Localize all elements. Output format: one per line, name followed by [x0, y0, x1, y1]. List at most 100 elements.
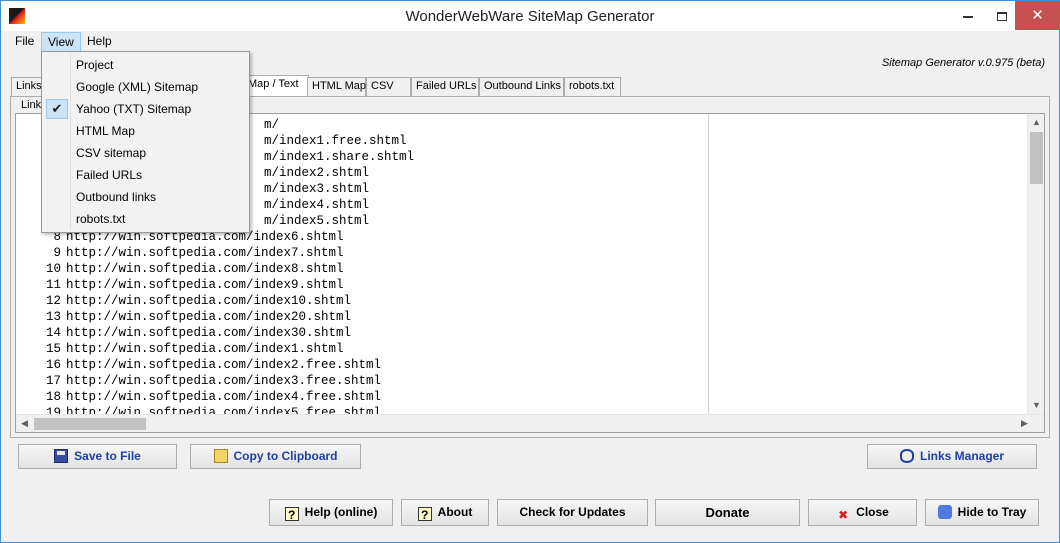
- sitemap-line: 14 http://win.softpedia.com/index30.shtml: [16, 325, 351, 341]
- minimize-button[interactable]: [951, 1, 985, 30]
- sitemap-line: 9 http://win.softpedia.com/index7.shtml: [16, 245, 344, 261]
- view-menu-item-label: Failed URLs: [76, 168, 143, 182]
- close-icon: ✖: [838, 508, 849, 522]
- view-menu-item[interactable]: Failed URLs: [44, 164, 247, 186]
- check-for-updates-button[interactable]: Check for Updates: [497, 499, 648, 526]
- line-number: 15: [45, 342, 61, 356]
- menu-bar: File View Help: [1, 31, 1059, 52]
- window-title: WonderWebWare SiteMap Generator: [405, 8, 655, 25]
- puzzle-icon: [937, 505, 952, 519]
- sitemap-line: 13 http://win.softpedia.com/index20.shtml: [16, 309, 351, 325]
- check-for-updates-label: Check for Updates: [519, 505, 626, 519]
- group-label: Link: [19, 99, 44, 111]
- vertical-scrollbar[interactable]: ▲ ▼: [1027, 114, 1044, 414]
- line-number: 10: [45, 262, 61, 276]
- floppy-disk-icon: [54, 449, 69, 463]
- title-bar: WonderWebWare SiteMap Generator ✕: [1, 1, 1060, 31]
- hide-to-tray-button[interactable]: Hide to Tray: [925, 499, 1039, 526]
- tab-csv[interactable]: CSV: [366, 77, 411, 96]
- copy-to-clipboard-label: Copy to Clipboard: [233, 449, 338, 463]
- donate-button[interactable]: Donate: [655, 499, 800, 526]
- scroll-down-icon[interactable]: ▼: [1028, 397, 1045, 414]
- sitemap-url: http://win.softpedia.com/index9.shtml: [66, 278, 344, 292]
- menu-view[interactable]: View: [41, 32, 81, 52]
- sitemap-url: http://win.softpedia.com/index20.shtml: [66, 310, 352, 324]
- view-menu-item[interactable]: ✔ Yahoo (TXT) Sitemap: [44, 98, 247, 120]
- column-divider: [708, 114, 709, 414]
- line-number: 12: [45, 294, 61, 308]
- scroll-left-icon[interactable]: ◀: [16, 415, 33, 432]
- save-to-file-label: Save to File: [74, 449, 141, 463]
- menu-help[interactable]: Help: [81, 32, 118, 52]
- eye-icon: [899, 449, 914, 463]
- clipboard-icon: [213, 449, 228, 463]
- view-menu-item-label: Project: [76, 58, 114, 72]
- help-online-label: Help (online): [304, 505, 378, 519]
- tab-outbound-links[interactable]: Outbound Links: [479, 77, 564, 96]
- sitemap-line: 17 http://win.softpedia.com/index3.free.s…: [16, 373, 381, 389]
- sitemap-url: http://win.softpedia.com/index1.shtml: [66, 342, 344, 356]
- sitemap-url: http://win.softpedia.com/index4.free.sht…: [66, 390, 382, 404]
- view-menu-item-label: Outbound links: [76, 190, 157, 204]
- tab-robots-txt[interactable]: robots.txt: [564, 77, 621, 96]
- view-menu-item[interactable]: Project: [44, 54, 247, 76]
- view-menu-item[interactable]: Google (XML) Sitemap: [44, 76, 247, 98]
- close-label: Close: [856, 505, 889, 519]
- view-menu-item-label: robots.txt: [76, 212, 126, 226]
- checkmark-icon: ✔: [46, 99, 68, 119]
- sitemap-line: 10 http://win.softpedia.com/index8.shtml: [16, 261, 344, 277]
- view-menu-item[interactable]: robots.txt: [44, 208, 247, 230]
- app-window: WonderWebWare SiteMap Generator ✕ File V…: [0, 0, 1060, 543]
- view-menu-item-label: Google (XML) Sitemap: [76, 80, 199, 94]
- version-label: Sitemap Generator v.0.975 (beta): [881, 57, 1045, 69]
- close-window-button[interactable]: ✕: [1015, 1, 1060, 30]
- save-to-file-button[interactable]: Save to File: [18, 444, 177, 469]
- line-number: 16: [45, 358, 61, 372]
- scroll-right-icon[interactable]: ▶: [1016, 415, 1033, 432]
- sitemap-url: http://win.softpedia.com/index7.shtml: [66, 246, 344, 260]
- line-number: 11: [45, 278, 61, 292]
- sitemap-url: http://win.softpedia.com/index2.free.sht…: [66, 358, 382, 372]
- help-icon: ?: [284, 507, 299, 522]
- sitemap-line: 18 http://win.softpedia.com/index4.free.s…: [16, 389, 381, 405]
- close-button[interactable]: ✖ Close: [808, 499, 917, 526]
- horizontal-scrollbar[interactable]: ◀ ▶: [16, 414, 1044, 432]
- hide-to-tray-label: Hide to Tray: [957, 505, 1027, 519]
- about-icon: ?: [417, 507, 432, 522]
- line-number: 13: [45, 310, 61, 324]
- view-menu-item-label: Yahoo (TXT) Sitemap: [76, 102, 192, 116]
- line-number: 19: [45, 406, 61, 414]
- line-number: 9: [53, 246, 61, 260]
- line-number: 18: [45, 390, 61, 404]
- links-manager-button[interactable]: Links Manager: [867, 444, 1037, 469]
- view-menu-item[interactable]: HTML Map: [44, 120, 247, 142]
- sitemap-url: http://win.softpedia.com/index5.free.sht…: [66, 406, 382, 414]
- about-button[interactable]: ? About: [401, 499, 489, 526]
- sitemap-url: http://win.softpedia.com/index30.shtml: [66, 326, 352, 340]
- sitemap-url: http://win.softpedia.com/index8.shtml: [66, 262, 344, 276]
- sitemap-line: 12 http://win.softpedia.com/index10.shtml: [16, 293, 351, 309]
- menu-file[interactable]: File: [9, 32, 40, 52]
- sitemap-line: 15 http://win.softpedia.com/index1.shtml: [16, 341, 344, 357]
- sitemap-url: http://win.softpedia.com/index10.shtml: [66, 294, 352, 308]
- about-label: About: [437, 505, 473, 519]
- links-manager-label: Links Manager: [919, 449, 1005, 463]
- maximize-button[interactable]: [985, 1, 1019, 30]
- tab-map-text[interactable]: Map / Text: [243, 75, 309, 96]
- scroll-up-icon[interactable]: ▲: [1028, 114, 1045, 131]
- line-number: 17: [45, 374, 61, 388]
- sitemap-line: 16 http://win.softpedia.com/index2.free.s…: [16, 357, 381, 373]
- minimize-icon: [963, 15, 973, 18]
- help-online-button[interactable]: ? Help (online): [269, 499, 393, 526]
- vertical-scroll-thumb[interactable]: [1030, 132, 1043, 184]
- sitemap-url: http://win.softpedia.com/index3.free.sht…: [66, 374, 382, 388]
- view-menu-item[interactable]: Outbound links: [44, 186, 247, 208]
- sitemap-line: 19 http://win.softpedia.com/index5.free.s…: [16, 405, 381, 414]
- tab-failed-urls[interactable]: Failed URLs: [411, 77, 479, 96]
- view-menu-item[interactable]: CSV sitemap: [44, 142, 247, 164]
- copy-to-clipboard-button[interactable]: Copy to Clipboard: [190, 444, 361, 469]
- horizontal-scroll-thumb[interactable]: [34, 418, 146, 430]
- tab-links[interactable]: Links: [11, 77, 43, 96]
- tab-html-map[interactable]: HTML Map: [307, 77, 366, 96]
- view-menu-item-label: CSV sitemap: [76, 146, 147, 160]
